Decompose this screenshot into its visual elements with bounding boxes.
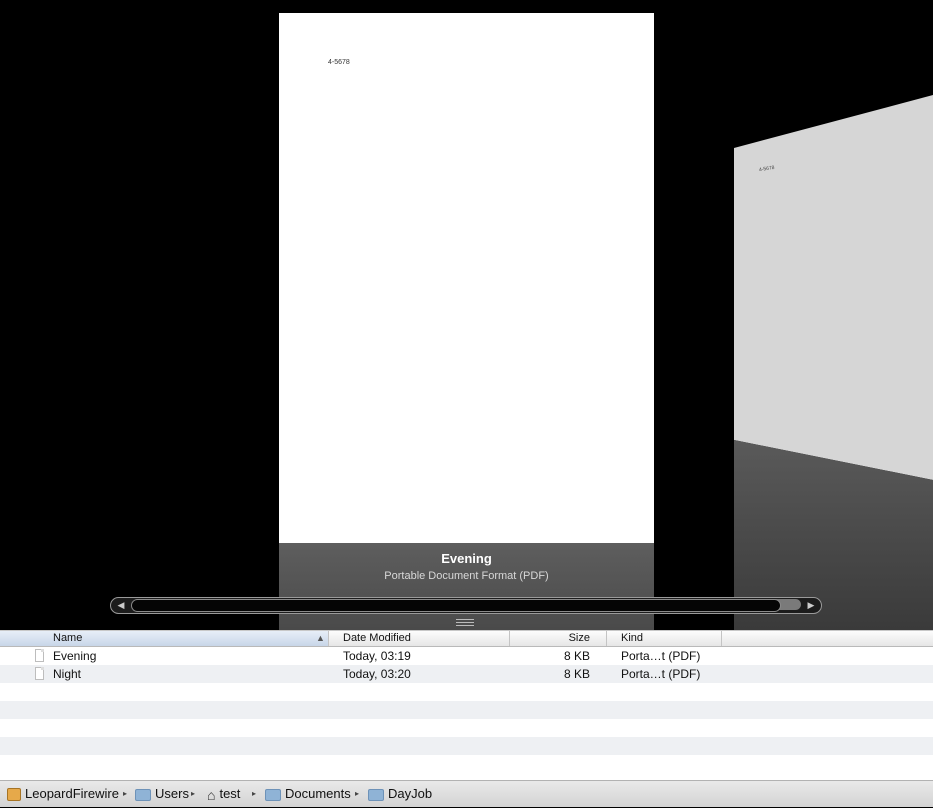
column-name[interactable]: Name ▲ xyxy=(0,631,329,646)
file-kind: Porta…t (PDF) xyxy=(621,667,701,681)
pdf-document-icon xyxy=(35,649,44,662)
column-size[interactable]: Size xyxy=(510,631,607,646)
scroll-right-arrow-icon[interactable]: ▶ xyxy=(801,598,821,613)
file-row[interactable]: Night Today, 03:20 8 KB Porta…t (PDF) xyxy=(0,665,933,683)
file-list: Evening Today, 03:19 8 KB Porta…t (PDF) Nigh… xyxy=(0,647,933,780)
selected-page-preview[interactable]: 4-5678 xyxy=(279,13,654,543)
pdf-document-icon xyxy=(35,667,44,680)
column-kind[interactable]: Kind xyxy=(607,631,722,646)
empty-row xyxy=(0,719,933,737)
file-date: Today, 03:20 xyxy=(343,667,411,681)
column-name-label: Name xyxy=(53,632,83,644)
path-item-test[interactable]: ⌂ test xyxy=(207,781,240,807)
scroll-track[interactable] xyxy=(131,599,801,612)
path-item-label: LeopardFirewire xyxy=(25,786,119,801)
home-icon: ⌂ xyxy=(207,786,216,803)
empty-row xyxy=(0,683,933,701)
path-item-leopardfirewire[interactable]: LeopardFirewire xyxy=(7,781,119,807)
file-size: 8 KB xyxy=(563,667,590,681)
path-bar: LeopardFirewire ▸ Users ▸ ⌂ test ▸ Documents ▸ Da… xyxy=(0,780,933,807)
path-item-label: test xyxy=(219,786,241,801)
cover-title: Evening xyxy=(441,551,492,566)
file-row[interactable]: Evening Today, 03:19 8 KB Porta…t (PDF) xyxy=(0,647,933,665)
file-size: 8 KB xyxy=(563,649,590,663)
file-name: Evening xyxy=(53,649,97,663)
page-text: 4-5678 xyxy=(328,59,350,66)
path-item-label: Users xyxy=(155,786,189,801)
sort-ascending-icon: ▲ xyxy=(316,633,325,643)
empty-row xyxy=(0,737,933,755)
path-separator-icon: ▸ xyxy=(355,789,360,798)
scroll-thumb[interactable] xyxy=(131,599,781,612)
path-item-dayjob[interactable]: DayJob xyxy=(368,781,432,807)
empty-row xyxy=(0,755,933,773)
path-separator-icon: ▸ xyxy=(252,789,257,798)
scroll-left-arrow-icon[interactable]: ◀ xyxy=(111,598,131,613)
file-kind: Porta…t (PDF) xyxy=(621,649,701,663)
path-item-label: Documents xyxy=(285,786,351,801)
cover-flow-view[interactable]: 4-5678 4-5678 Evening Portable Document … xyxy=(0,0,933,630)
file-date: Today, 03:19 xyxy=(343,649,411,663)
path-separator-icon: ▸ xyxy=(191,789,196,798)
users-folder-icon xyxy=(135,788,151,801)
empty-row xyxy=(0,701,933,719)
path-separator-icon: ▸ xyxy=(123,789,128,798)
column-header: Name ▲ Date Modified Size Kind xyxy=(0,630,933,647)
column-date-modified[interactable]: Date Modified xyxy=(329,631,510,646)
path-item-documents[interactable]: Documents xyxy=(265,781,351,807)
documents-folder-icon xyxy=(265,788,281,801)
cover-flow-scrollbar[interactable]: ◀ ▶ xyxy=(110,597,822,614)
cover-subtitle: Portable Document Format (PDF) xyxy=(384,570,549,582)
resize-handle[interactable] xyxy=(456,617,474,626)
file-name: Night xyxy=(53,667,82,681)
folder-icon xyxy=(368,788,384,801)
path-item-users[interactable]: Users xyxy=(135,781,189,807)
path-item-label: DayJob xyxy=(388,786,433,801)
hard-drive-icon xyxy=(7,788,21,802)
